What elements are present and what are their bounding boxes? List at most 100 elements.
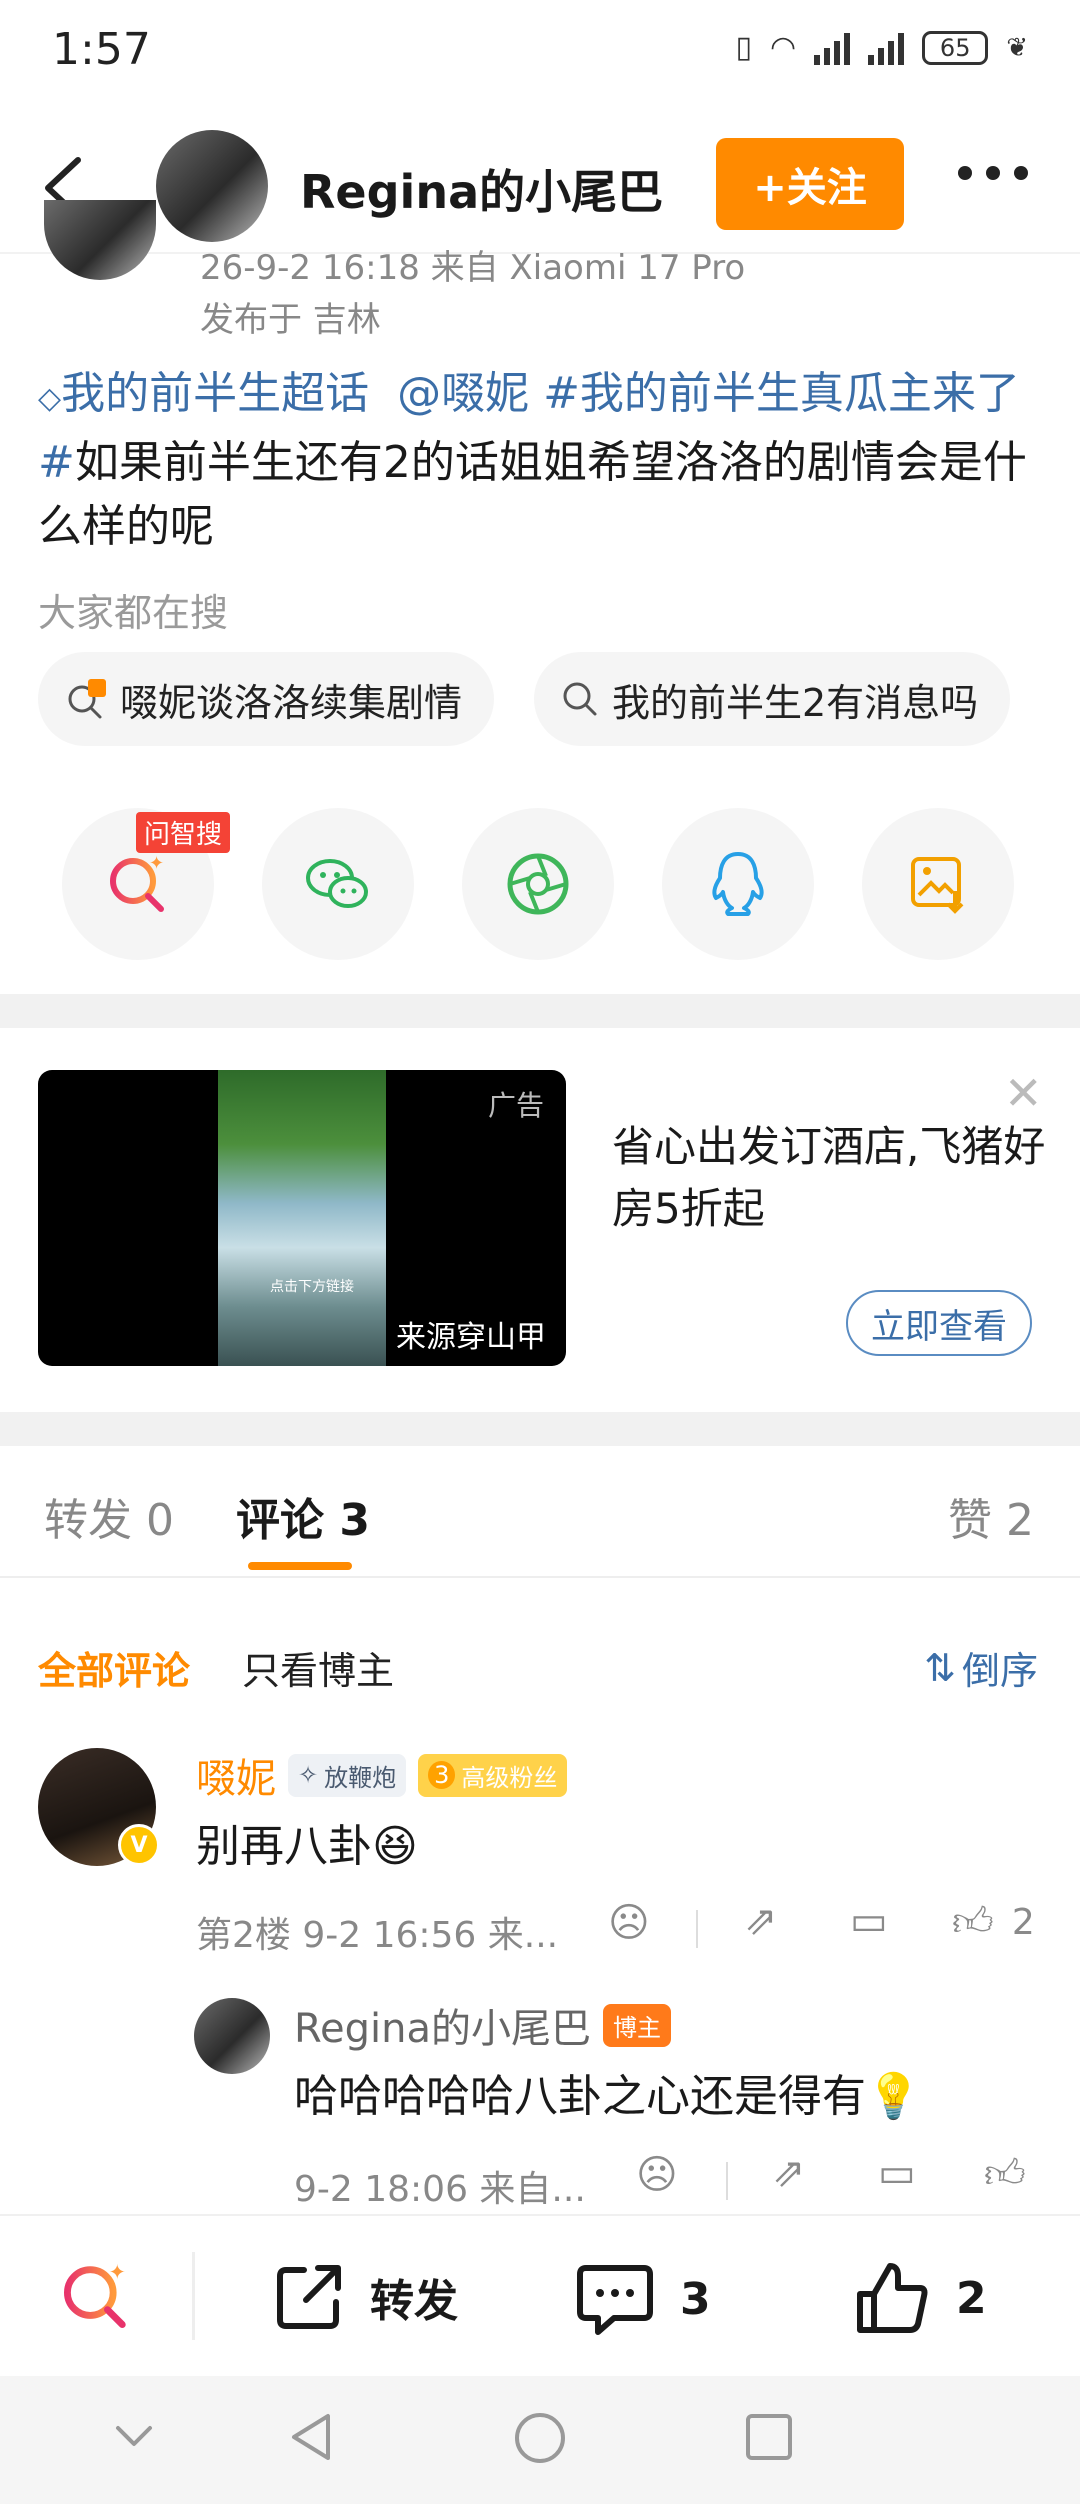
hashtag-link[interactable]: #我的前半生真瓜主	[543, 368, 932, 419]
firecracker-badge-label: 放鞭炮	[324, 1763, 397, 1792]
ad-title[interactable]: 省心出发订酒店,飞猪好房5折起	[612, 1116, 1052, 1240]
qq-penguin-icon	[712, 852, 764, 916]
ad-source: 来源穿山甲	[396, 1320, 546, 1355]
comment-like-button[interactable]: 👍︎ 2	[952, 1898, 1035, 1946]
tab-comments[interactable]: 评论 3	[236, 1484, 370, 1548]
reply-thumbs-up-icon[interactable]: 👍︎	[984, 2150, 1026, 2198]
page-title[interactable]: Regina的小尾巴	[300, 156, 663, 222]
search-pill[interactable]: 啜妮谈洛洛续集剧情	[38, 652, 495, 746]
active-tab-indicator	[248, 1562, 352, 1570]
nav-back-icon[interactable]	[286, 2410, 336, 2468]
tab-repost[interactable]: 转发 0	[44, 1484, 174, 1548]
firecracker-badge: ✧ 放鞭炮	[288, 1753, 407, 1797]
signal-icon	[814, 31, 851, 65]
comment-bubble-icon	[577, 2265, 653, 2335]
search-icon	[563, 682, 597, 716]
save-image-share-button[interactable]	[862, 808, 1014, 960]
post-body: 如果前半生还有2的话姐姐希望洛洛的剧情会是什么样的呢	[38, 437, 1027, 552]
reply-icon[interactable]: ▭	[850, 1898, 888, 1944]
filter-blogger-only[interactable]: 只看博主	[242, 1640, 394, 1695]
reply-author[interactable]: Regina的小尾巴	[294, 1996, 591, 2054]
supertopic-link[interactable]: 我的前半生超话	[61, 368, 369, 419]
dislike-icon[interactable]: ☹	[608, 1900, 650, 1946]
svg-text:✦: ✦	[149, 853, 164, 874]
section-separator	[0, 994, 1080, 1028]
comment-meta: 第2楼 9-2 16:56 来...	[196, 1915, 559, 1956]
post-text: ◇我的前半生超话 @啜妮 #我的前半生真瓜主来了#如果前半生还有2的话姐姐希望洛…	[38, 362, 1048, 559]
moments-aperture-icon	[507, 853, 569, 915]
nav-collapse-icon[interactable]	[110, 2416, 158, 2460]
battery-indicator: 65	[922, 30, 989, 65]
bottom-like-count: 2	[956, 2272, 987, 2324]
wechat-share-button[interactable]	[262, 808, 414, 960]
close-icon[interactable]: ✕	[1004, 1066, 1043, 1120]
nav-recents-icon[interactable]	[744, 2412, 794, 2466]
post-location: 发布于 吉林	[200, 300, 381, 340]
meta-divider	[726, 2162, 728, 2200]
blogger-badge: 博主	[602, 2003, 671, 2047]
hot-search-icon	[68, 679, 106, 719]
reply-avatar[interactable]	[194, 1998, 270, 2074]
thumbs-up-icon	[857, 2263, 928, 2333]
search-pill-label: 我的前半生2有消息吗	[612, 680, 979, 725]
wifi-icon: ◠	[770, 30, 797, 65]
follow-button[interactable]: +关注	[716, 138, 904, 230]
signal-icon-2	[868, 31, 905, 65]
status-icons: ▯ ◠ 65 ❦	[736, 30, 1029, 65]
repost-icon	[277, 2265, 341, 2329]
comment-like-count: 2	[1011, 1901, 1035, 1943]
sort-label: 倒序	[961, 1649, 1038, 1693]
reply-repost-icon[interactable]: ⇗	[772, 2150, 806, 2196]
section-separator	[0, 1412, 1080, 1446]
ai-search-tag: 问智搜	[136, 812, 231, 853]
bottom-like-button[interactable]: 2	[852, 2258, 987, 2338]
status-time: 1:57	[52, 24, 151, 75]
reply-reply-icon[interactable]: ▭	[878, 2150, 916, 2196]
laughing-emoji-icon: 😆	[372, 1821, 418, 1872]
ai-search-icon: ✦	[64, 2260, 126, 2328]
post-timestamp: 26-9-2 16:18 来自 Xiaomi 17 Pro	[200, 248, 746, 288]
comment-text: 别再八卦	[196, 1821, 372, 1872]
filter-all-comments[interactable]: 全部评论	[38, 1640, 190, 1695]
lightbulb-emoji-icon: 💡	[866, 2071, 921, 2122]
fan-level-badge: 3 高级粉丝	[418, 1753, 568, 1797]
search-pill-label: 啜妮谈洛洛续集剧情	[120, 680, 463, 725]
reply-header: Regina的小尾巴 博主	[294, 1996, 671, 2054]
ad-cta-button[interactable]: 立即查看	[846, 1290, 1032, 1356]
comment-body: 别再八卦😆	[196, 1810, 418, 1874]
ai-search-button[interactable]: ✦	[56, 2256, 136, 2340]
ad-tag: 广告	[487, 1089, 544, 1122]
more-options-button[interactable]	[958, 166, 1028, 180]
moments-share-button[interactable]	[462, 808, 614, 960]
ad-image	[218, 1070, 386, 1366]
post-author-avatar[interactable]	[44, 200, 156, 280]
bottom-divider	[192, 2252, 195, 2340]
bottom-repost-button[interactable]: 转发	[270, 2258, 458, 2336]
thumbs-up-icon: 👍︎	[952, 1899, 994, 1945]
comment-header: 啜妮 ✧ 放鞭炮 3 高级粉丝	[196, 1746, 568, 1804]
bottom-comment-count: 3	[680, 2273, 711, 2325]
bottom-comment-button[interactable]: 3	[574, 2260, 711, 2338]
mention-link[interactable]: @啜妮	[397, 368, 529, 419]
svg-text:✦: ✦	[109, 2260, 126, 2284]
reply-body: 哈哈哈哈哈八卦之心还是得有💡	[294, 2060, 921, 2124]
tab-likes[interactable]: 赞 2	[948, 1484, 1034, 1548]
nav-home-icon[interactable]	[512, 2410, 568, 2470]
ad-caption: 点击下方链接	[270, 1279, 354, 1295]
reply-text: 哈哈哈哈哈八卦之心还是得有	[294, 2071, 866, 2122]
search-pill[interactable]: 我的前半生2有消息吗	[534, 652, 1011, 746]
fan-level-label: 高级粉丝	[461, 1763, 558, 1792]
repost-icon[interactable]: ⇗	[744, 1898, 778, 1944]
meta-divider	[696, 1910, 698, 1948]
fan-level-number: 3	[428, 1761, 456, 1789]
trending-search-label: 大家都在搜	[38, 591, 229, 635]
qq-share-button[interactable]	[662, 808, 814, 960]
reply-meta: 9-2 18:06 来自...	[294, 2169, 586, 2210]
ad-video[interactable]: 点击下方链接 广告 来源穿山甲	[38, 1070, 566, 1366]
comment-author[interactable]: 啜妮	[196, 1746, 276, 1804]
reply-dislike-icon[interactable]: ☹	[636, 2152, 678, 2198]
sort-button[interactable]: ⇅ 倒序	[924, 1640, 1038, 1695]
header-avatar[interactable]	[156, 130, 268, 242]
leaf-icon: ❦	[1006, 32, 1028, 63]
verified-badge-icon: V	[118, 1824, 160, 1866]
